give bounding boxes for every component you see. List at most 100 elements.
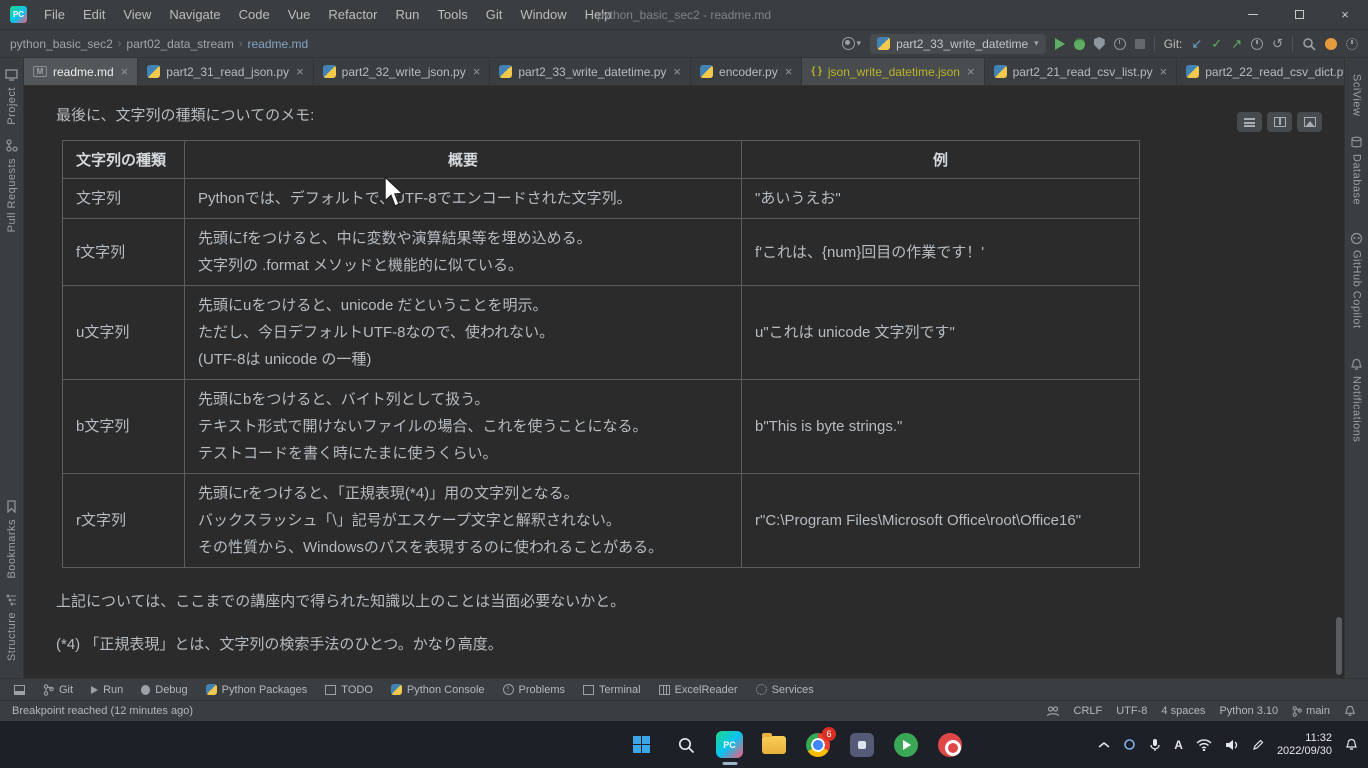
settings-gear-icon[interactable] [1346,38,1358,50]
menu-vue[interactable]: Vue [279,0,320,30]
taskbar-explorer-button[interactable] [760,731,787,758]
pen-icon[interactable] [1252,739,1264,751]
notifications-bell-icon[interactable] [1350,358,1363,371]
start-button[interactable] [628,731,655,758]
line-ending-indicator[interactable]: CRLF [1074,705,1103,717]
encoding-indicator[interactable]: UTF-8 [1116,705,1147,717]
rollback-icon[interactable]: ↺ [1272,37,1283,50]
git-update-icon[interactable]: ↙ [1191,37,1202,50]
tab-close-icon[interactable]: × [473,64,481,79]
structure-icon[interactable] [5,593,18,606]
menu-git[interactable]: Git [477,0,512,30]
run-button[interactable] [1055,38,1065,50]
history-icon[interactable] [1251,38,1263,50]
toolwindow-services[interactable]: Services [756,684,814,696]
toolwindow-git[interactable]: Git [43,684,73,696]
minimize-button[interactable] [1230,0,1276,30]
taskbar-search-button[interactable] [672,731,699,758]
toolwindow-run[interactable]: Run [91,684,123,696]
bookmarks-icon[interactable] [5,500,18,513]
taskbar-pinned-app-button-2[interactable] [892,731,919,758]
tab-readme-md[interactable]: M readme.md × [24,58,138,85]
split-view-button[interactable] [1267,112,1292,132]
sidebar-item-github-copilot[interactable]: GitHub Copilot [1351,250,1363,329]
profiler-button[interactable] [1114,38,1126,50]
preview-view-button[interactable] [1297,112,1322,132]
toolwindow-excelreader[interactable]: ExcelReader [659,684,738,696]
project-tool-icon[interactable] [5,68,18,81]
debug-button[interactable] [1074,38,1085,50]
tab-close-icon[interactable]: × [1160,64,1168,79]
git-commit-icon[interactable]: ✓ [1211,37,1222,50]
sidebar-item-notifications[interactable]: Notifications [1351,376,1363,442]
taskbar-clock[interactable]: 11:32 2022/09/30 [1277,732,1332,758]
markdown-preview-pane[interactable]: 最後に、文字列の種類についてのメモ: 文字列の種類 概要 例 文字列 [24,86,1344,678]
sidebar-item-bookmarks[interactable]: Bookmarks [6,519,18,579]
git-branch-indicator[interactable]: main [1292,705,1330,717]
tab-close-icon[interactable]: × [673,64,681,79]
tool-window-switcher-icon[interactable] [14,685,25,695]
taskbar-pycharm-button[interactable]: PC [716,731,743,758]
notifications-bell-icon[interactable] [1344,705,1356,717]
tab-close-icon[interactable]: × [121,64,129,79]
tab-encoder[interactable]: encoder.py × [691,58,802,85]
breadcrumb-folder[interactable]: part02_data_stream [126,37,233,51]
ide-event-icon[interactable] [1325,38,1337,50]
run-configuration-select[interactable]: part2_33_write_datetime ▾ [870,34,1046,54]
code-with-me-icon[interactable] [1046,705,1060,717]
breadcrumb-project[interactable]: python_basic_sec2 [10,37,113,51]
sidebar-item-project[interactable]: Project [6,87,18,125]
close-button[interactable]: × [1322,0,1368,30]
tab-close-icon[interactable]: × [785,64,793,79]
editor-view-button[interactable] [1237,112,1262,132]
breadcrumb-file[interactable]: readme.md [248,37,309,51]
sidebar-item-database[interactable]: Database [1351,154,1363,205]
menu-code[interactable]: Code [230,0,279,30]
menu-edit[interactable]: Edit [74,0,114,30]
tab-part2-21-read-csv-list[interactable]: part2_21_read_csv_list.py × [985,58,1178,85]
menu-view[interactable]: View [114,0,160,30]
toolwindow-python-console[interactable]: Python Console [391,684,485,696]
search-icon[interactable] [1302,37,1316,51]
tab-part2-31-read-json[interactable]: part2_31_read_json.py × [138,58,313,85]
tab-part2-22-read-csv-dict[interactable]: part2_22_read_csv_dict.py × [1177,58,1368,85]
stop-button[interactable] [1135,39,1145,49]
tab-close-icon[interactable]: × [967,64,975,79]
sidebar-item-sciview[interactable]: SciView [1351,74,1363,116]
toolwindow-python-packages[interactable]: Python Packages [206,684,308,696]
volume-icon[interactable] [1225,739,1239,751]
menu-tools[interactable]: Tools [428,0,476,30]
menu-navigate[interactable]: Navigate [160,0,229,30]
tab-close-icon[interactable]: × [296,64,304,79]
sidebar-item-pull-requests[interactable]: Pull Requests [6,158,18,232]
wifi-icon[interactable] [1196,739,1212,751]
menu-refactor[interactable]: Refactor [319,0,386,30]
run-with-coverage-button[interactable] [1094,37,1105,50]
indent-indicator[interactable]: 4 spaces [1161,705,1205,717]
tab-part2-32-write-json[interactable]: part2_32_write_json.py × [314,58,491,85]
tab-json-write-datetime[interactable]: { } json_write_datetime.json × [802,58,984,85]
ime-mode-indicator[interactable]: A [1174,738,1183,752]
microphone-icon[interactable] [1149,738,1161,752]
pull-requests-icon[interactable] [5,139,18,152]
taskbar-pinned-app-button-3[interactable] [936,731,963,758]
vertical-scrollbar[interactable] [1336,617,1342,675]
interpreter-indicator[interactable]: Python 3.10 [1219,705,1278,717]
git-push-icon[interactable]: ↗ [1231,37,1242,50]
database-icon[interactable] [1350,136,1363,149]
toolwindow-debug[interactable]: Debug [141,684,187,696]
taskbar-pinned-app-button-1[interactable] [848,731,875,758]
status-message[interactable]: Breakpoint reached (12 minutes ago) [12,705,193,717]
taskbar-chrome-button[interactable]: 6 [804,731,831,758]
github-copilot-icon[interactable] [1350,232,1363,245]
menu-window[interactable]: Window [511,0,575,30]
toolwindow-problems[interactable]: ! Problems [503,684,565,696]
menu-run[interactable]: Run [387,0,429,30]
toolwindow-todo[interactable]: TODO [325,684,373,696]
menu-file[interactable]: File [35,0,74,30]
tab-part2-33-write-datetime[interactable]: part2_33_write_datetime.py × [490,58,691,85]
profile-button[interactable]: ▾ [842,37,862,50]
tray-settings-icon[interactable] [1123,738,1136,751]
toolwindow-terminal[interactable]: Terminal [583,684,641,696]
sidebar-item-structure[interactable]: Structure [6,612,18,661]
